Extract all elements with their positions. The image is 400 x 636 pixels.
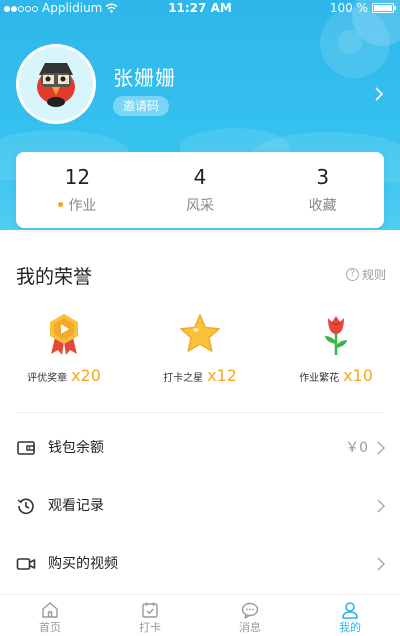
profile-page: Applidium 11:27 AM 100 % 张姗姗 邀请码 12 作业 4… <box>0 0 400 636</box>
honors-title: 我的荣誉 <box>16 266 93 288</box>
tab-messages[interactable]: 消息 <box>200 595 300 636</box>
tab-checkin[interactable]: 打卡 <box>100 595 200 636</box>
rose-icon <box>325 316 347 355</box>
stat-value: 12 <box>64 165 91 189</box>
menu-label: 购买的视频 <box>48 556 118 572</box>
stat-label: 作业 <box>68 198 97 214</box>
tab-label: 我的 <box>339 621 361 634</box>
honor-count: x10 <box>343 366 373 385</box>
honor-label: 作业繁花 <box>299 373 340 384</box>
message-icon <box>241 602 259 619</box>
user-name: 张姗姗 <box>113 66 176 90</box>
invite-code-button[interactable]: 邀请码 <box>113 96 170 116</box>
tab-label: 首页 <box>39 621 61 634</box>
star-icon <box>180 314 220 352</box>
honor-medal[interactable]: 评优奖章 x20 <box>4 312 124 385</box>
home-icon <box>42 602 58 618</box>
stat-homework[interactable]: 12 作业 <box>16 152 139 228</box>
chevron-right-icon <box>377 557 386 571</box>
battery-icon <box>372 3 396 13</box>
wallet-balance: ￥0 <box>345 440 368 456</box>
new-dot <box>58 201 64 207</box>
wallet-icon <box>17 441 35 455</box>
stat-showcase[interactable]: 4 风采 <box>139 152 262 228</box>
honor-label: 评优奖章 <box>27 373 68 384</box>
video-icon <box>16 558 36 570</box>
avatar[interactable] <box>16 44 96 124</box>
rules-label: 规则 <box>361 268 386 282</box>
tab-home[interactable]: 首页 <box>0 595 100 636</box>
menu-label: 观看记录 <box>48 498 104 514</box>
calendar-check-icon <box>142 602 158 618</box>
stat-favorites[interactable]: 3 收藏 <box>261 152 384 228</box>
battery-label: 100 % <box>329 1 368 15</box>
status-bar: Applidium 11:27 AM 100 % <box>0 0 400 16</box>
menu-wallet[interactable]: 钱包余额 ￥0 <box>0 428 400 468</box>
stats-card: 12 作业 4 风采 3 收藏 <box>16 152 384 228</box>
chevron-right-icon[interactable] <box>372 86 386 102</box>
tab-mine[interactable]: 我的 <box>300 595 400 636</box>
section-divider <box>16 412 384 413</box>
question-icon: ? <box>345 268 359 281</box>
chevron-right-icon <box>377 499 386 513</box>
stat-label: 收藏 <box>308 198 337 214</box>
tab-label: 打卡 <box>139 621 161 634</box>
menu-watch-history[interactable]: 观看记录 <box>0 486 400 526</box>
penguin-avatar-icon <box>19 47 93 121</box>
user-icon <box>342 602 358 619</box>
tab-label: 消息 <box>239 621 261 634</box>
menu-purchased-videos[interactable]: 购买的视频 <box>0 544 400 584</box>
stat-label: 风采 <box>186 198 214 214</box>
stat-value: 4 <box>193 165 207 189</box>
honor-count: x12 <box>207 366 237 385</box>
menu-label: 钱包余额 <box>48 440 104 456</box>
rules-link[interactable]: ? 规则 <box>345 266 386 283</box>
medal-icon <box>50 314 78 355</box>
stat-value: 3 <box>316 165 330 189</box>
tab-bar: 首页 打卡 消息 我的 <box>0 594 400 636</box>
chevron-right-icon <box>377 441 386 455</box>
honor-label: 打卡之星 <box>163 373 204 384</box>
honor-rose[interactable]: 作业繁花 x10 <box>276 312 396 385</box>
honor-count: x20 <box>71 366 101 385</box>
honor-star[interactable]: 打卡之星 x12 <box>140 312 260 385</box>
history-icon <box>17 498 34 515</box>
